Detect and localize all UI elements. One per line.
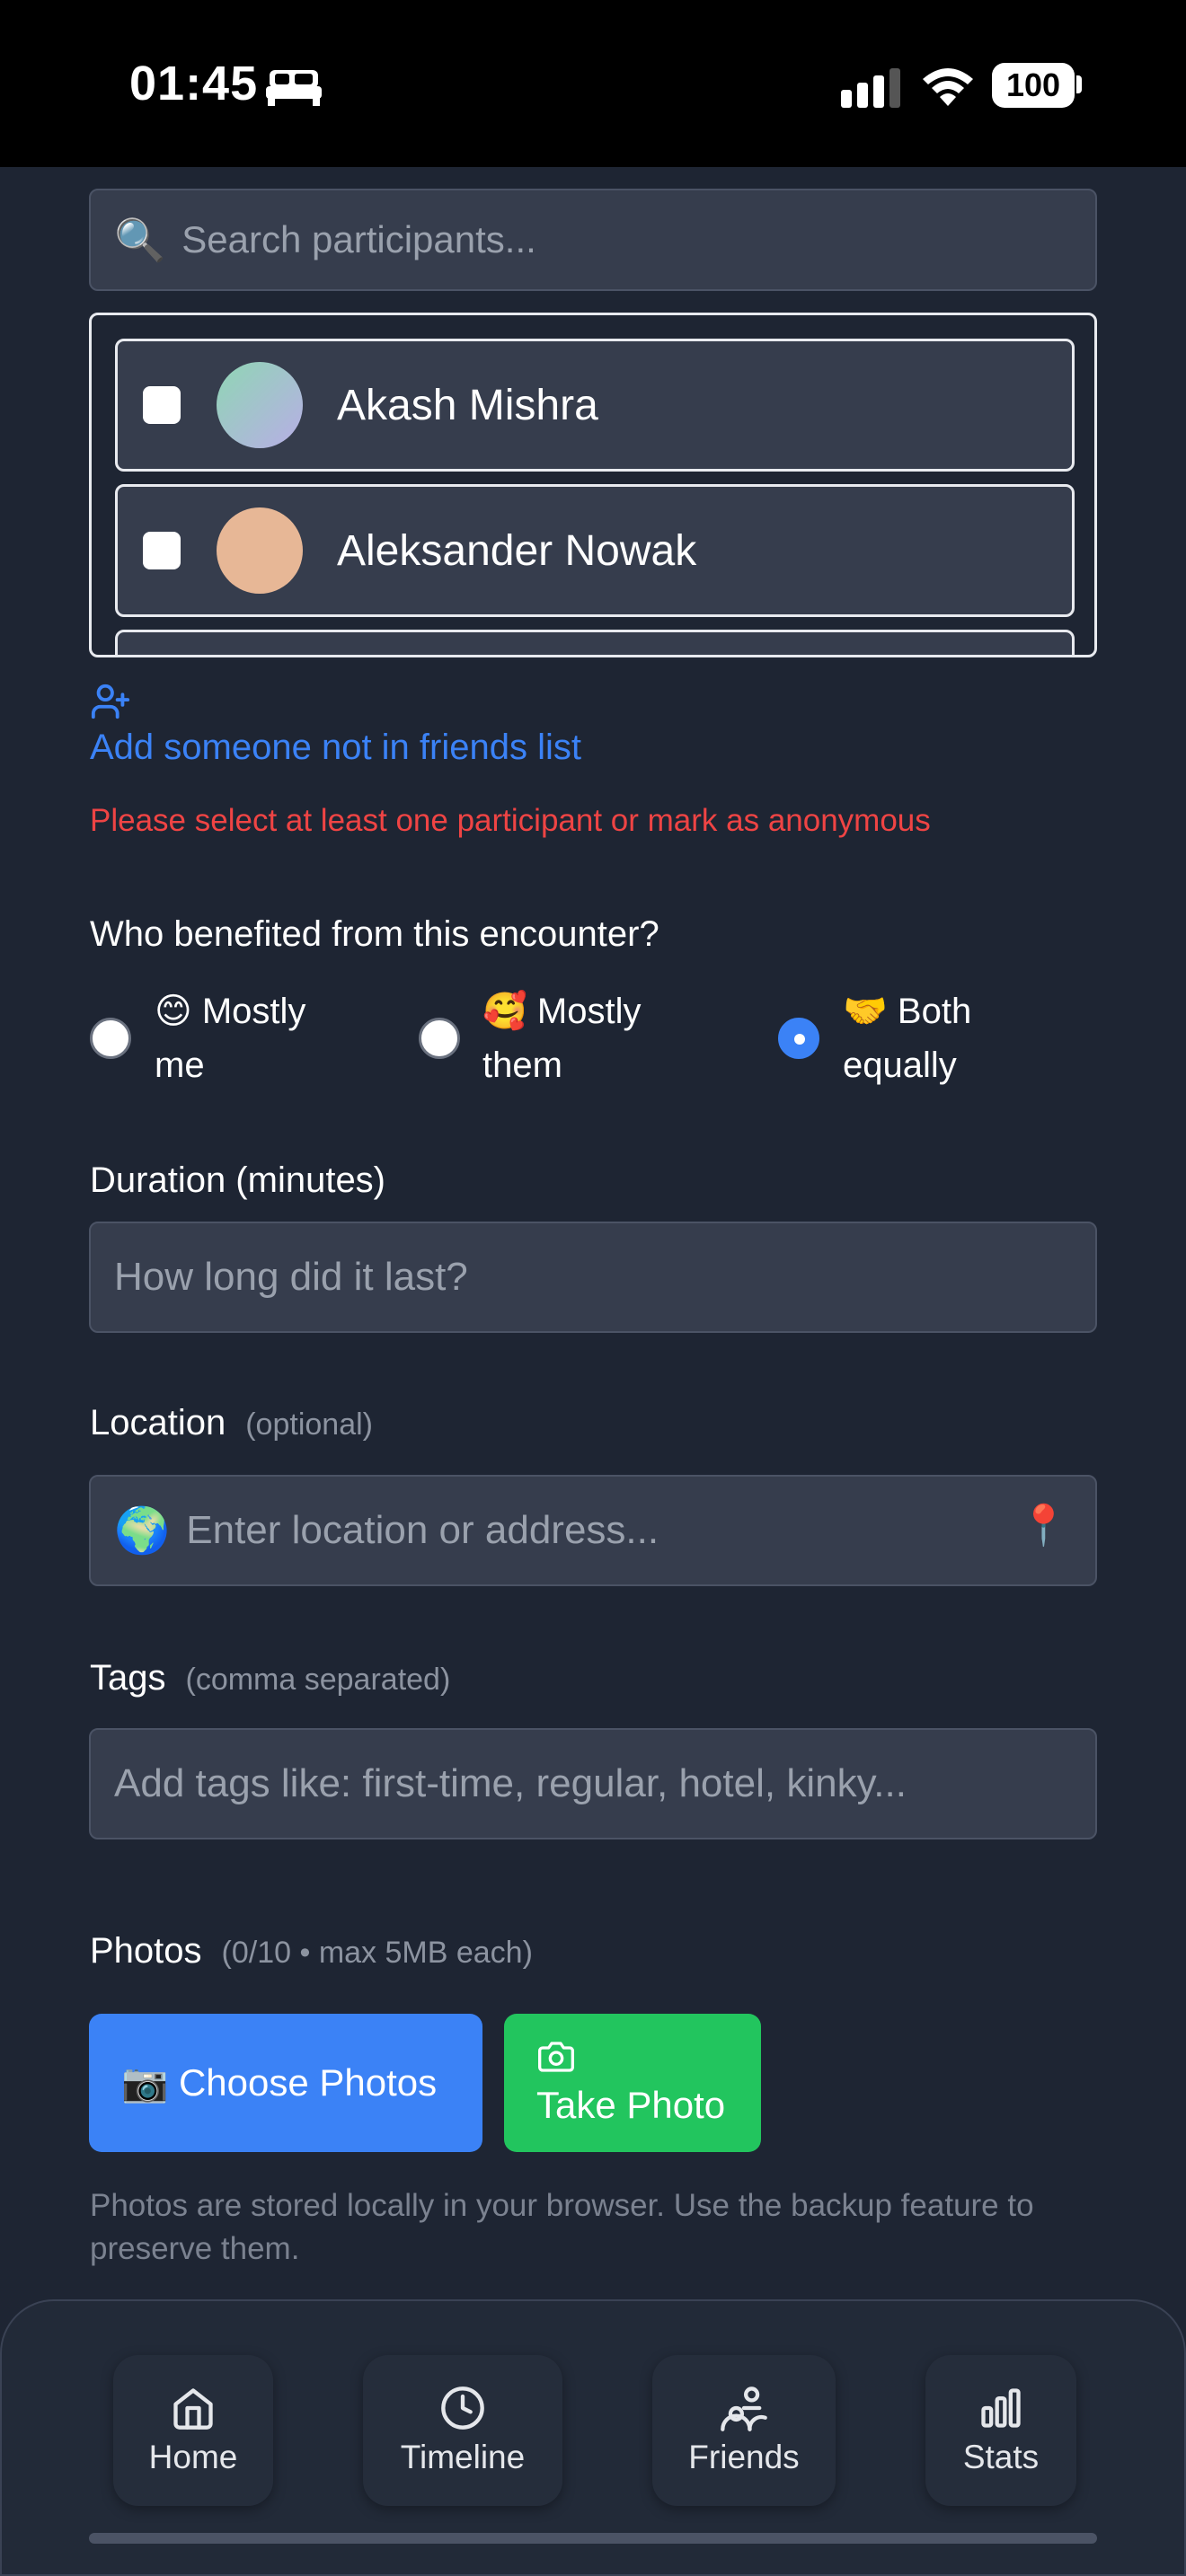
clock-icon xyxy=(441,2386,484,2430)
duration-placeholder: How long did it last? xyxy=(114,1255,468,1299)
avatar xyxy=(217,362,303,448)
radio-label-mostly-me[interactable]: 😊 Mostly me xyxy=(155,984,361,1092)
radio-mostly-them[interactable] xyxy=(419,1018,460,1059)
radio-label-mostly-them[interactable]: 🥰 Mostly them xyxy=(482,984,689,1092)
tags-placeholder: Add tags like: first-time, regular, hote… xyxy=(114,1761,907,1805)
photos-label: Photos (0/10 • max 5MB each) xyxy=(90,1931,533,1972)
photos-hint: (0/10 • max 5MB each) xyxy=(221,1936,533,1970)
radio-both-equally[interactable] xyxy=(778,1018,819,1059)
participant-checkbox[interactable] xyxy=(143,386,181,424)
photos-label-text: Photos xyxy=(90,1931,202,1971)
take-photo-button[interactable]: Take Photo xyxy=(504,2014,761,2152)
camera-icon xyxy=(538,2042,574,2072)
friends-icon xyxy=(721,2386,767,2431)
duration-label: Duration (minutes) xyxy=(90,1160,386,1200)
nav-label-home: Home xyxy=(148,2439,238,2475)
battery-nub xyxy=(1076,75,1082,93)
nav-label-stats: Stats xyxy=(962,2439,1040,2475)
location-hint: (optional) xyxy=(245,1407,373,1442)
participant-item-partial[interactable] xyxy=(115,630,1075,655)
search-placeholder: Search participants... xyxy=(181,218,536,260)
location-placeholder: Enter location or address... xyxy=(186,1508,659,1552)
battery-indicator: 100 xyxy=(992,63,1075,108)
nav-label-friends: Friends xyxy=(688,2439,800,2475)
bar-chart-icon xyxy=(981,2388,1021,2428)
nav-label-timeline: Timeline xyxy=(400,2439,526,2475)
tags-label: Tags (comma separated) xyxy=(90,1658,450,1698)
tags-hint: (comma separated) xyxy=(185,1663,451,1697)
signal-icon xyxy=(841,68,900,108)
search-input[interactable]: 🔍 Search participants... xyxy=(89,189,1097,291)
location-label-text: Location xyxy=(90,1403,226,1442)
wifi-icon xyxy=(923,68,973,106)
participant-name: Akash Mishra xyxy=(337,381,598,429)
tags-label-text: Tags xyxy=(90,1658,166,1698)
take-photo-label: Take Photo xyxy=(536,2084,726,2126)
participant-list[interactable]: Akash Mishra Aleksander Nowak xyxy=(89,313,1097,657)
status-bar: 01:45 100 xyxy=(0,0,1186,167)
location-input[interactable]: 🌍 Enter location or address... 📍 xyxy=(89,1475,1097,1586)
bed-icon xyxy=(266,70,322,106)
status-time: 01:45 xyxy=(129,57,259,110)
radio-mostly-me[interactable] xyxy=(90,1018,131,1059)
duration-input[interactable]: How long did it last? xyxy=(89,1222,1097,1333)
validation-error: Please select at least one participant o… xyxy=(90,803,931,838)
nav-home[interactable]: Home xyxy=(113,2355,273,2506)
globe-icon: 🌍 xyxy=(114,1504,171,1556)
avatar xyxy=(217,507,303,594)
choose-photos-button[interactable]: 📷 Choose Photos xyxy=(89,2014,482,2152)
search-icon: 🔍 xyxy=(114,216,166,263)
participant-name: Aleksander Nowak xyxy=(337,526,697,575)
nav-stats[interactable]: Stats xyxy=(925,2355,1076,2506)
radio-label-both-equally[interactable]: 🤝 Both equally xyxy=(843,984,1049,1092)
photos-note: Photos are stored locally in your browse… xyxy=(90,2188,1034,2266)
home-indicator xyxy=(89,2533,1097,2544)
tags-input[interactable]: Add tags like: first-time, regular, hote… xyxy=(89,1728,1097,1839)
benefit-question: Who benefited from this encounter? xyxy=(90,914,659,954)
add-someone-link[interactable]: Add someone not in friends list xyxy=(90,728,581,768)
pin-icon[interactable]: 📍 xyxy=(1019,1502,1068,1548)
home-icon xyxy=(173,2388,213,2430)
location-label: Location (optional) xyxy=(90,1403,373,1443)
nav-timeline[interactable]: Timeline xyxy=(363,2355,562,2506)
participant-item[interactable]: Akash Mishra xyxy=(115,339,1075,472)
participant-checkbox[interactable] xyxy=(143,532,181,569)
participant-item[interactable]: Aleksander Nowak xyxy=(115,484,1075,617)
user-plus-icon[interactable] xyxy=(90,681,131,722)
nav-friends[interactable]: Friends xyxy=(652,2355,836,2506)
